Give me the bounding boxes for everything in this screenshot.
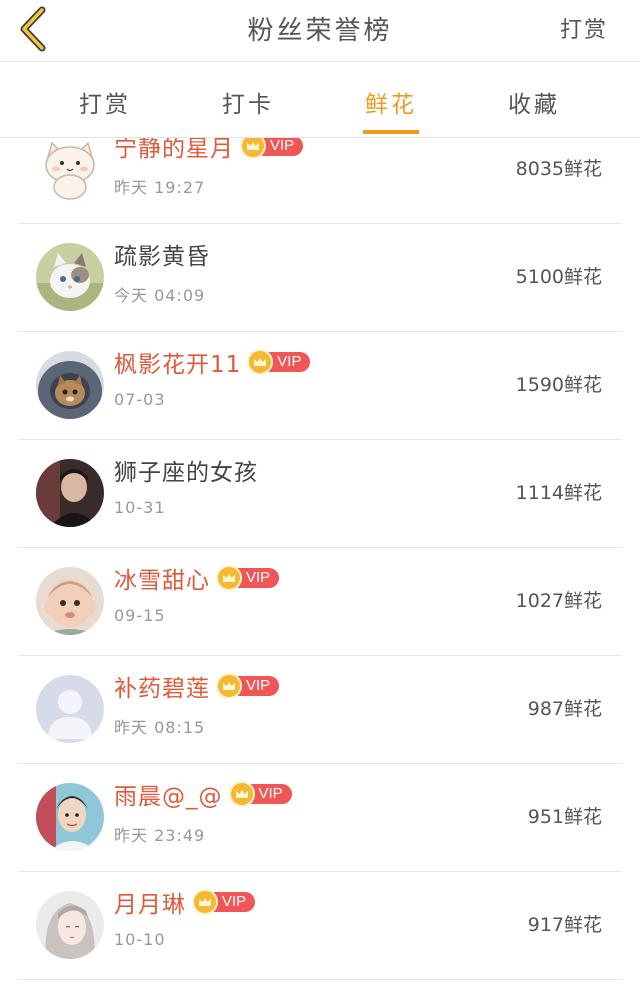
user-name[interactable]: 枫影花开11 bbox=[114, 345, 241, 379]
user-name[interactable]: 雨晨@_@ bbox=[114, 777, 223, 811]
user-name[interactable]: 补药碧莲 bbox=[114, 669, 210, 703]
crown-icon bbox=[192, 889, 218, 915]
user-name[interactable]: 疏影黄昏 bbox=[114, 237, 210, 271]
flower-count: 917鲜花 bbox=[527, 914, 602, 936]
crown-icon bbox=[216, 565, 242, 591]
name-line: 冰雪甜心 VIP bbox=[114, 561, 280, 595]
page-title: 粉丝荣誉榜 bbox=[247, 16, 393, 46]
avatar bbox=[36, 351, 104, 419]
timestamp: 今天 04:09 bbox=[114, 286, 206, 305]
top-bar: 粉丝荣誉榜 打赏 bbox=[0, 0, 640, 62]
timestamp: 昨天 08:15 bbox=[114, 718, 206, 737]
avatar bbox=[36, 138, 104, 203]
list-item[interactable]: 狮子座的女孩 10-31 1114鲜花 bbox=[0, 440, 640, 548]
active-tab-indicator bbox=[363, 130, 419, 134]
vip-badge: VIP bbox=[216, 673, 280, 699]
tab-bar: 打赏 打卡 鲜花 收藏 bbox=[0, 63, 640, 138]
flower-count: 8035鲜花 bbox=[515, 158, 602, 180]
list-item[interactable]: 枫影花开11 VIP 07-03 1590鲜花 bbox=[0, 332, 640, 440]
name-line: 疏影黄昏 bbox=[114, 238, 210, 270]
illustrated-girl-avatar bbox=[36, 891, 104, 959]
vip-badge: VIP bbox=[216, 565, 280, 591]
flower-count: 5100鲜花 bbox=[515, 266, 602, 288]
vip-badge: VIP bbox=[240, 138, 304, 159]
vip-badge: VIP bbox=[247, 349, 311, 375]
reward-button[interactable]: 打赏 bbox=[560, 12, 608, 44]
vip-badge: VIP bbox=[228, 781, 292, 807]
tab-favorites[interactable]: 收藏 bbox=[489, 85, 579, 119]
list-item[interactable]: 冰雪甜心 VIP 09-15 1027鲜花 bbox=[0, 548, 640, 656]
tab-checkin[interactable]: 打卡 bbox=[203, 85, 293, 119]
crown-icon bbox=[228, 781, 255, 807]
avatar bbox=[36, 675, 104, 743]
name-line: 雨晨@_@ VIP bbox=[114, 778, 292, 810]
child-avatar bbox=[36, 567, 104, 635]
flower-count: 1590鲜花 bbox=[515, 374, 602, 396]
user-name[interactable]: 狮子座的女孩 bbox=[114, 453, 258, 487]
crown-icon bbox=[216, 673, 242, 699]
avatar bbox=[36, 567, 104, 635]
dark-portrait-avatar bbox=[36, 459, 104, 527]
timestamp: 07-03 bbox=[114, 390, 166, 409]
tab-flowers[interactable]: 鲜花 bbox=[346, 85, 436, 119]
kitten-avatar bbox=[36, 243, 104, 311]
boy-portrait-avatar bbox=[36, 783, 104, 851]
timestamp: 10-10 bbox=[114, 930, 166, 949]
avatar bbox=[36, 783, 104, 851]
timestamp: 昨天 19:27 bbox=[114, 178, 206, 197]
flower-count: 951鲜花 bbox=[527, 806, 602, 828]
flower-count: 1114鲜花 bbox=[515, 482, 602, 504]
timestamp: 10-31 bbox=[114, 498, 166, 517]
avatar bbox=[36, 891, 104, 959]
avatar bbox=[36, 243, 104, 311]
list-item[interactable]: 宁静的星月 VIP 昨天 19:27 8035鲜花 bbox=[0, 138, 640, 224]
list-item[interactable]: 雨晨@_@ VIP 昨天 23:49 951鲜花 bbox=[0, 764, 640, 872]
tab-reward[interactable]: 打赏 bbox=[60, 85, 150, 119]
list-item[interactable]: 月月琳 VIP 10-10 917鲜花 bbox=[0, 872, 640, 980]
cat-in-hood-avatar bbox=[36, 351, 104, 419]
white-cat-sticker-avatar bbox=[36, 138, 104, 203]
list-item[interactable]: 疏影黄昏 今天 04:09 5100鲜花 bbox=[0, 224, 640, 332]
name-line: 枫影花开11 VIP bbox=[114, 345, 311, 379]
user-name[interactable]: 宁静的星月 bbox=[114, 138, 234, 163]
vip-badge: VIP bbox=[192, 889, 256, 915]
divider bbox=[18, 979, 622, 980]
ranking-list[interactable]: 宁静的星月 VIP 昨天 19:27 8035鲜花 疏影黄昏 今天 04:09 … bbox=[0, 138, 640, 988]
name-line: 狮子座的女孩 bbox=[114, 454, 258, 486]
default-user-avatar bbox=[36, 675, 104, 743]
list-item[interactable]: 补药碧莲 VIP 昨天 08:15 987鲜花 bbox=[0, 656, 640, 764]
avatar bbox=[36, 459, 104, 527]
name-line: 月月琳 VIP bbox=[114, 885, 256, 919]
user-name[interactable]: 月月琳 bbox=[114, 885, 186, 919]
user-name[interactable]: 冰雪甜心 bbox=[114, 561, 210, 595]
name-line: 补药碧莲 VIP bbox=[114, 669, 280, 703]
name-line: 宁静的星月 VIP bbox=[114, 138, 304, 163]
timestamp: 09-15 bbox=[114, 606, 166, 625]
flower-count: 987鲜花 bbox=[527, 698, 602, 720]
flower-count: 1027鲜花 bbox=[515, 590, 602, 612]
timestamp: 昨天 23:49 bbox=[114, 826, 206, 845]
